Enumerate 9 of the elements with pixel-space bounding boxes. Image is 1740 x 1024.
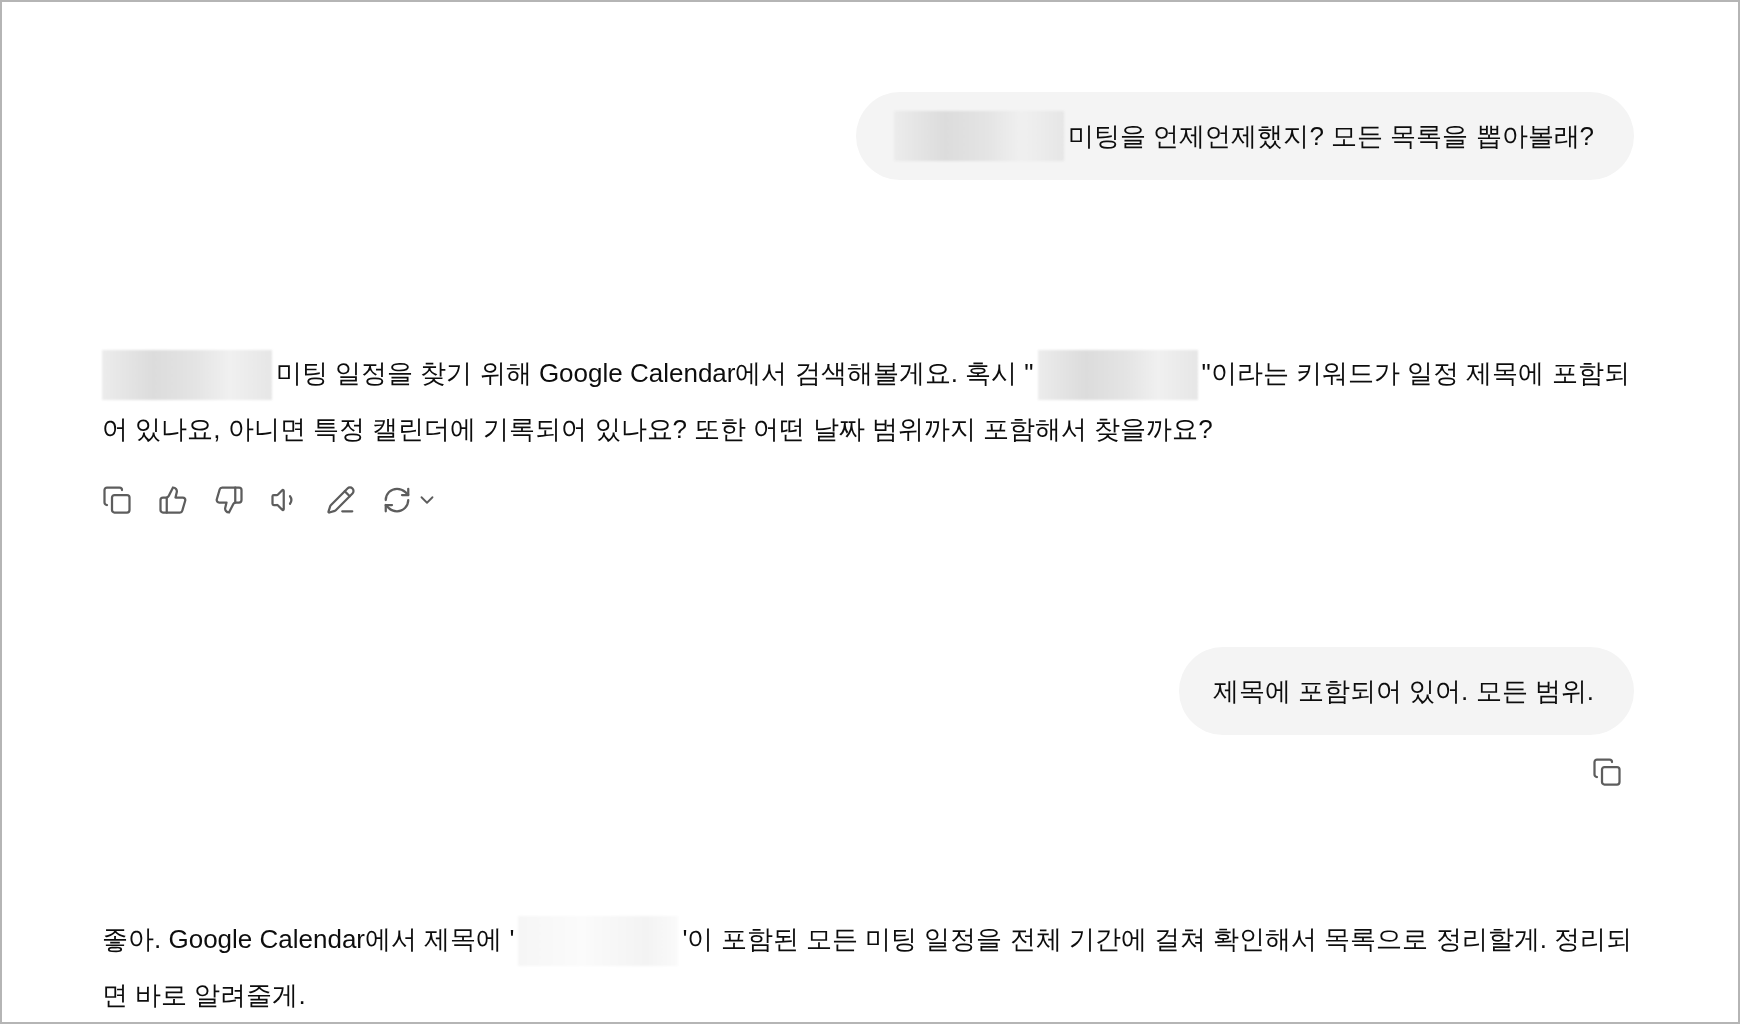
pencil-icon[interactable] bbox=[326, 485, 356, 515]
copy-icon[interactable] bbox=[1592, 757, 1622, 787]
thumbs-down-icon[interactable] bbox=[214, 485, 244, 515]
copy-icon[interactable] bbox=[102, 485, 132, 515]
thumbs-up-icon[interactable] bbox=[158, 485, 188, 515]
message-text: 미팅을 언제언제했지? 모든 목록을 뽑아볼래? bbox=[1068, 119, 1594, 153]
response-text: 미팅 일정을 찾기 위해 Google Calendar에서 검색해볼게요. 혹시 " "이라는 키워드가 일정 제목에 포함되어 있나요, 아니면 특정 캘린더에 기록되어 있나요? 또한 어떤 날짜 범위까지 포함해서 찾을까요? bbox=[102, 345, 1642, 457]
message-text: 제목에 포함되어 있어. 모든 범위. bbox=[1212, 674, 1594, 708]
response-text: 좋아. Google Calendar에서 제목에 ' '이 포함된 모든 미팅 일정을 전체 기간에 걸쳐 확인해서 목록으로 정리할게. 정리되면 바로 알려줄게. bbox=[102, 911, 1642, 1023]
